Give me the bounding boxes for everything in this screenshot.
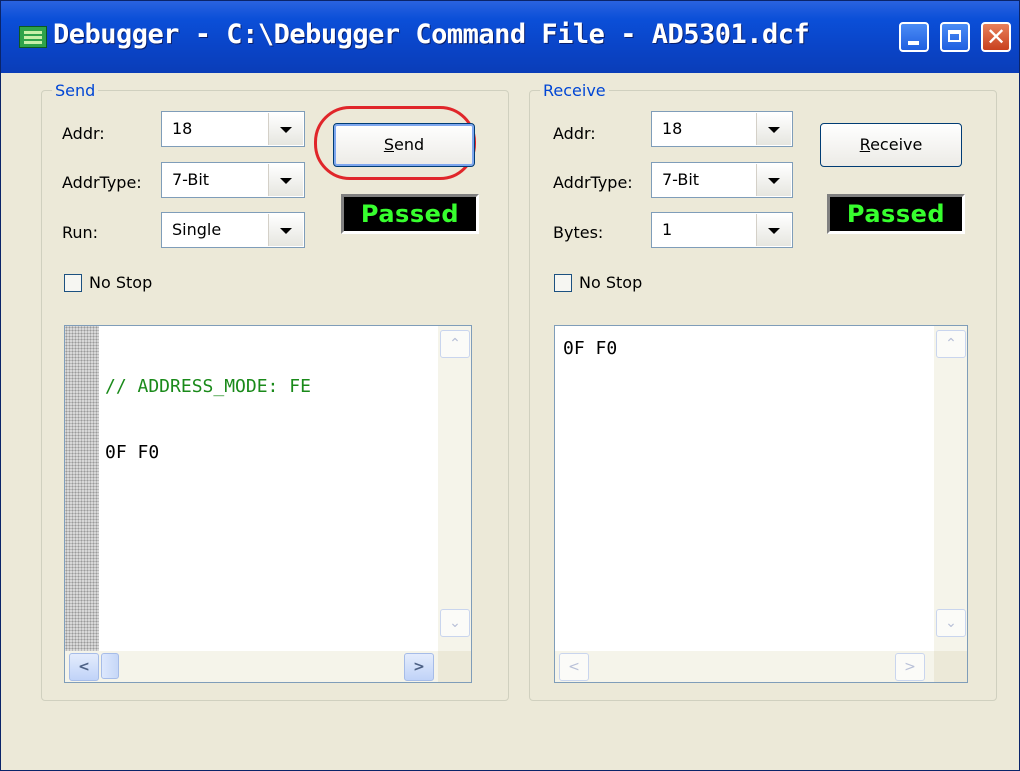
- send-vertical-scrollbar[interactable]: ⌃ ⌄: [438, 326, 471, 651]
- minimize-button[interactable]: [899, 22, 929, 52]
- receive-vertical-scrollbar[interactable]: ⌃ ⌄: [934, 326, 967, 651]
- send-run-value: Single: [172, 220, 222, 239]
- title-bar[interactable]: Debugger - C:\Debugger Command File - AD…: [1, 1, 1019, 73]
- send-run-label: Run:: [62, 223, 99, 242]
- window-title: Debugger - C:\Debugger Command File - AD…: [53, 19, 810, 50]
- receive-horizontal-scrollbar[interactable]: < >: [555, 651, 934, 682]
- editor-gutter: [65, 326, 99, 682]
- scroll-left-button[interactable]: <: [559, 653, 589, 681]
- send-button-accel: S: [383, 135, 394, 154]
- scroll-right-button[interactable]: >: [895, 653, 925, 681]
- horizontal-scroll-thumb[interactable]: [101, 653, 119, 679]
- send-button-label: end: [394, 135, 425, 154]
- send-editor-content[interactable]: // ADDRESS_MODE: FE 0F F0: [105, 332, 311, 508]
- receive-addrtype-value: 7-Bit: [662, 170, 700, 189]
- receive-nostop-checkbox[interactable]: [554, 274, 572, 292]
- receive-bytes-value: 1: [662, 220, 673, 239]
- minimize-icon: [908, 41, 919, 45]
- receive-addr-label: Addr:: [553, 124, 596, 143]
- chevron-down-icon[interactable]: [268, 214, 303, 246]
- chevron-down-icon[interactable]: [756, 214, 791, 246]
- send-run-combo[interactable]: Single: [161, 212, 305, 248]
- receive-bytes-combo[interactable]: 1: [651, 212, 793, 248]
- receive-bytes-label: Bytes:: [553, 223, 604, 242]
- close-button[interactable]: ✕: [981, 22, 1011, 52]
- scroll-right-button[interactable]: >: [404, 653, 434, 681]
- send-addrtype-combo[interactable]: 7-Bit: [161, 162, 305, 198]
- send-status-indicator: Passed: [341, 194, 479, 234]
- chevron-down-icon[interactable]: [756, 113, 791, 145]
- receive-group-legend: Receive: [543, 81, 606, 100]
- receive-output-box[interactable]: 0F F0 ⌃ ⌄ < >: [554, 325, 968, 683]
- receive-output-text: 0F F0: [563, 338, 618, 359]
- scrollbar-corner: [934, 651, 967, 682]
- receive-nostop-label[interactable]: No Stop: [579, 273, 642, 292]
- scroll-down-button[interactable]: ⌄: [440, 609, 470, 637]
- receive-addrtype-combo[interactable]: 7-Bit: [651, 162, 793, 198]
- scroll-down-button[interactable]: ⌄: [936, 609, 966, 637]
- editor-line-data: 0F F0: [105, 442, 160, 463]
- receive-addr-value: 18: [662, 119, 683, 138]
- receive-button[interactable]: Receive: [820, 123, 962, 167]
- send-addrtype-label: AddrType:: [62, 173, 142, 192]
- send-nostop-checkbox[interactable]: [64, 274, 82, 292]
- send-group-legend: Send: [55, 81, 96, 100]
- send-horizontal-scrollbar[interactable]: < >: [65, 651, 438, 682]
- scroll-up-button[interactable]: ⌃: [936, 330, 966, 358]
- debugger-window: Debugger - C:\Debugger Command File - AD…: [0, 0, 1020, 771]
- receive-button-accel: R: [859, 135, 871, 154]
- receive-addrtype-label: AddrType:: [553, 173, 633, 192]
- chevron-down-icon[interactable]: [756, 164, 791, 196]
- send-addr-value: 18: [172, 119, 193, 138]
- send-command-editor[interactable]: // ADDRESS_MODE: FE 0F F0 ⌃ ⌄ < >: [64, 325, 472, 683]
- send-addrtype-value: 7-Bit: [172, 170, 210, 189]
- chevron-down-icon[interactable]: [268, 113, 303, 145]
- receive-status-indicator: Passed: [827, 194, 965, 234]
- send-addr-label: Addr:: [62, 124, 105, 143]
- send-nostop-label[interactable]: No Stop: [89, 273, 152, 292]
- chevron-down-icon[interactable]: [268, 164, 303, 196]
- maximize-icon: [948, 30, 961, 42]
- scrollbar-corner: [438, 651, 471, 682]
- scroll-left-button[interactable]: <: [69, 653, 99, 681]
- send-addr-combo[interactable]: 18: [161, 111, 305, 147]
- receive-addr-combo[interactable]: 18: [651, 111, 793, 147]
- chip-icon: [19, 26, 47, 48]
- maximize-button[interactable]: [940, 22, 970, 52]
- editor-line-comment: // ADDRESS_MODE: FE: [105, 376, 311, 397]
- close-icon: ✕: [985, 23, 1007, 51]
- receive-button-label: eceive: [870, 135, 923, 154]
- send-button[interactable]: Send: [333, 123, 475, 167]
- scroll-up-button[interactable]: ⌃: [440, 330, 470, 358]
